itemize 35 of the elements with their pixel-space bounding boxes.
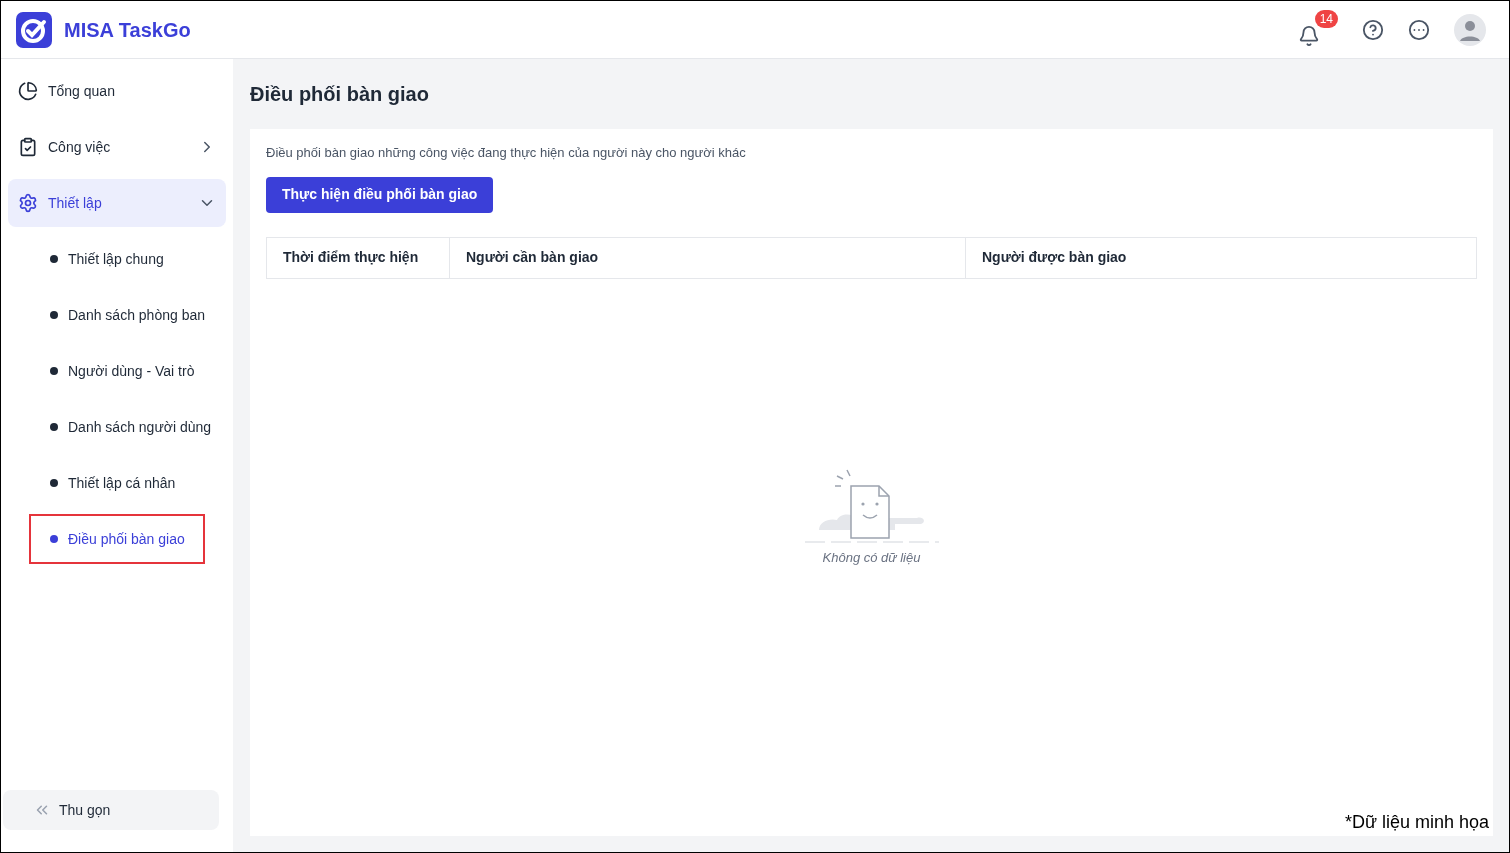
pie-chart-icon [18,81,38,101]
description-text: Điều phối bàn giao những công việc đang thực hiện của người này cho người khác [266,144,747,162]
avatar-icon[interactable] [1454,13,1486,46]
start-handover-button[interactable]: Thực hiện điều phối bàn giao [266,176,494,213]
submenu-item[interactable]: Danh sách người dùng [29,402,232,452]
bullet-icon [50,255,58,263]
notifications-button[interactable]: 14 [1298,9,1338,50]
submenu-item[interactable]: Người dùng - Vai trò [29,346,215,396]
sidebar-item[interactable]: Tổng quan [8,67,226,115]
column-header: Thời điểm thực hiện [282,248,420,267]
page-title: Điều phối bàn giao [250,82,430,107]
sidebar-item[interactable]: Thiết lập [8,179,226,227]
bullet-icon [50,311,58,319]
collapse-button[interactable]: Thu gọn [3,790,219,830]
footnote-text: *Dữ liệu minh họa [1344,811,1489,834]
submenu-item[interactable]: Thiết lập cá nhân [29,458,196,508]
bullet-icon [50,479,58,487]
column-header: Người cần bàn giao [449,237,965,278]
clipboard-check-icon [18,137,38,157]
notification-count: 14 [1314,9,1338,28]
settings-icon [18,193,38,213]
submenu-item[interactable]: Thiết lập chung [29,234,184,284]
empty-state-text: Không có dữ liệu [822,548,921,567]
logo-icon [16,11,52,48]
bullet-icon [50,367,58,375]
bullet-icon [50,423,58,431]
column-header: Người được bàn giao [965,237,1476,278]
app-name: MISA TaskGo [64,17,191,43]
bell-icon [1298,24,1320,47]
submenu-item[interactable]: Điều phối bàn giao [29,514,205,564]
sidebar-item[interactable]: Công việc [8,123,226,171]
bullet-icon [50,535,58,543]
more-icon[interactable] [1408,18,1430,41]
help-icon[interactable] [1362,18,1384,41]
submenu-item[interactable]: Danh sách phòng ban [29,290,225,340]
